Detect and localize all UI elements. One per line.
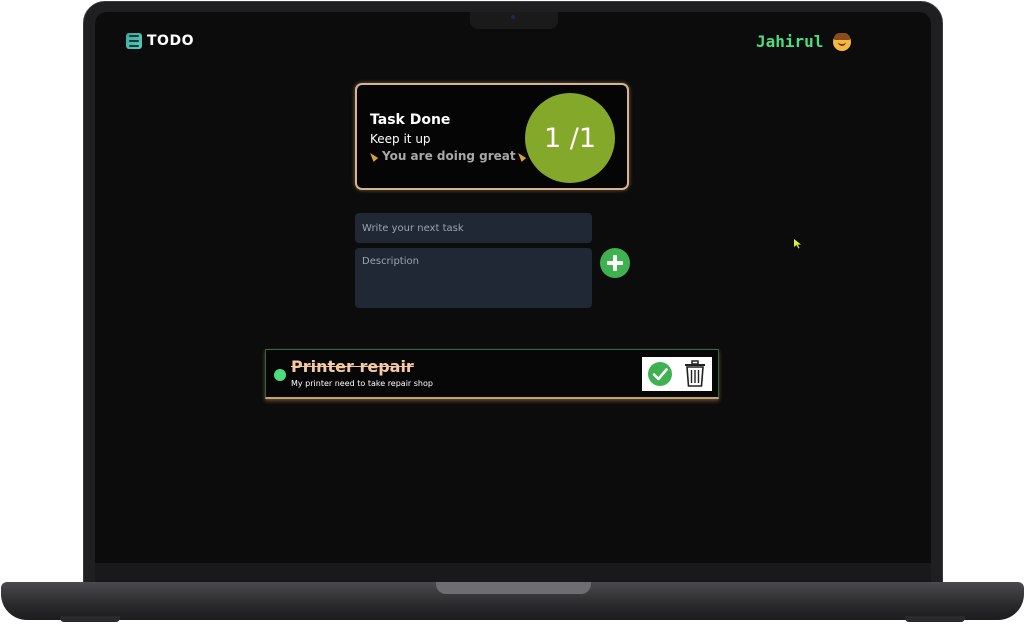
camera-icon [511,15,515,19]
task-title-input[interactable] [355,213,592,243]
party-popper-icon [370,151,380,161]
add-task-button[interactable] [600,248,630,278]
trash-icon[interactable] [683,360,707,388]
mouse-cursor-icon [794,239,801,249]
stats-cheer-text: You are doing great [382,149,516,163]
task-stats-card: Task Done Keep it up You are doing great… [355,83,629,190]
laptop-base-notch [436,582,591,594]
brand-logo[interactable]: TODO [126,33,194,49]
todo-list-icon [126,33,142,49]
stats-subtitle: Keep it up [370,132,431,146]
task-actions [642,357,712,391]
laptop-chin [95,563,931,583]
brand-name: TODO [147,33,194,49]
user-profile[interactable]: Jahirul [756,32,852,51]
plus-icon [607,255,623,271]
laptop-foot-left [60,616,120,622]
stats-title: Task Done [370,112,451,128]
man-emoji-icon [833,32,852,51]
task-description: My printer need to take repair shop [291,379,433,388]
user-name: Jahirul [756,32,824,51]
status-dot [274,369,286,381]
task-item: Printer repair My printer need to take r… [265,349,719,399]
task-description-input[interactable] [355,248,592,308]
check-circle-icon[interactable] [647,361,673,387]
progress-circle: 1 /1 [525,93,615,183]
stats-cheer: You are doing great [370,149,528,163]
task-title: Printer repair [291,357,414,376]
laptop-foot-right [905,616,965,622]
party-popper-icon [518,151,528,161]
